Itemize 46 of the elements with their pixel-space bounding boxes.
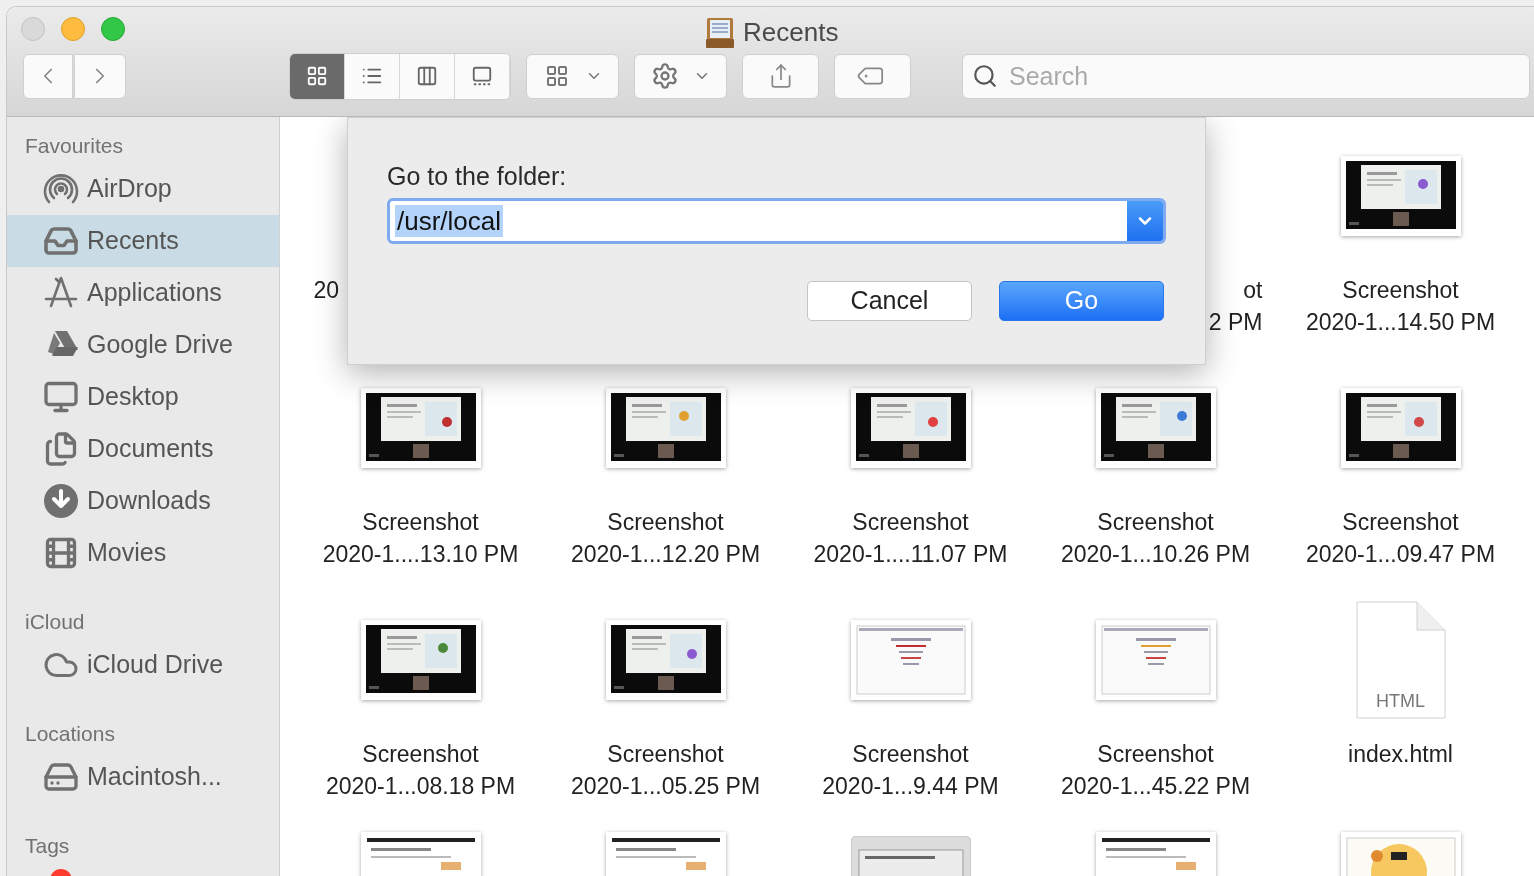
section-header: Tags (24, 833, 71, 859)
file-name: 2020-1....13.10 PM (322, 540, 519, 569)
sidebar-item[interactable]: Google Drive (7, 319, 279, 371)
sidebar-item[interactable]: Recents (7, 215, 279, 267)
sidebar-item[interactable]: AirDrop (7, 163, 279, 215)
window-title: Recents (743, 16, 839, 49)
section-header: Favourites (24, 133, 125, 159)
file-name: Screenshot (607, 740, 724, 769)
cancel-button[interactable]: Cancel (807, 281, 972, 321)
file-name: Screenshot (1097, 508, 1214, 537)
file-name: Screenshot (607, 508, 724, 537)
file-name: Screenshot (362, 740, 479, 769)
file-name: index.html (1348, 740, 1453, 769)
file-name: Screenshot (1342, 276, 1459, 305)
go-button[interactable]: Go (999, 281, 1164, 321)
file-name: Screenshot (362, 508, 479, 537)
search-field[interactable]: Search (962, 53, 1530, 99)
sidebar-item[interactable]: Documents (7, 423, 279, 475)
file-name: Screenshot (852, 508, 969, 537)
folder-path-combo[interactable]: /usr/local (387, 198, 1166, 244)
file-name: Screenshot (1342, 508, 1459, 537)
file-name: Screenshot (1097, 740, 1214, 769)
file-name: 2020-1...05.25 PM (570, 772, 761, 801)
section-header: Locations (24, 721, 116, 747)
sidebar-item[interactable]: iCloud Drive (7, 639, 279, 691)
file-name: 2020-1...9.44 PM (822, 772, 999, 801)
file-name: 2020-1...45.22 PM (1060, 772, 1251, 801)
sidebar-item[interactable]: Desktop (7, 371, 279, 423)
file-name: 2020-1...14.50 PM (1305, 308, 1496, 337)
file-name: 20 (313, 276, 340, 305)
path-value: /usr/local (395, 205, 504, 237)
file-name: Screenshot (852, 740, 969, 769)
sidebar-item[interactable]: Macintosh... (7, 751, 279, 803)
file-name: ot (1243, 276, 1263, 305)
file-name: 2020-1...12.20 PM (570, 540, 761, 569)
file-name: 2 PM (1208, 308, 1263, 337)
dialog-label: Go to the folder: (387, 161, 568, 192)
file-name: 2020-1...09.47 PM (1305, 540, 1496, 569)
file-name: 2020-1...08.18 PM (325, 772, 516, 801)
file-name: 2020-1....11.07 PM (813, 540, 1008, 569)
file-type-label: HTML (1376, 690, 1425, 713)
sidebar-item[interactable]: Downloads (7, 475, 279, 527)
file-name: 2020-1...10.26 PM (1060, 540, 1251, 569)
sidebar-item[interactable]: Applications (7, 267, 279, 319)
section-header: iCloud (24, 609, 86, 635)
sidebar-item[interactable]: Movies (7, 527, 279, 579)
